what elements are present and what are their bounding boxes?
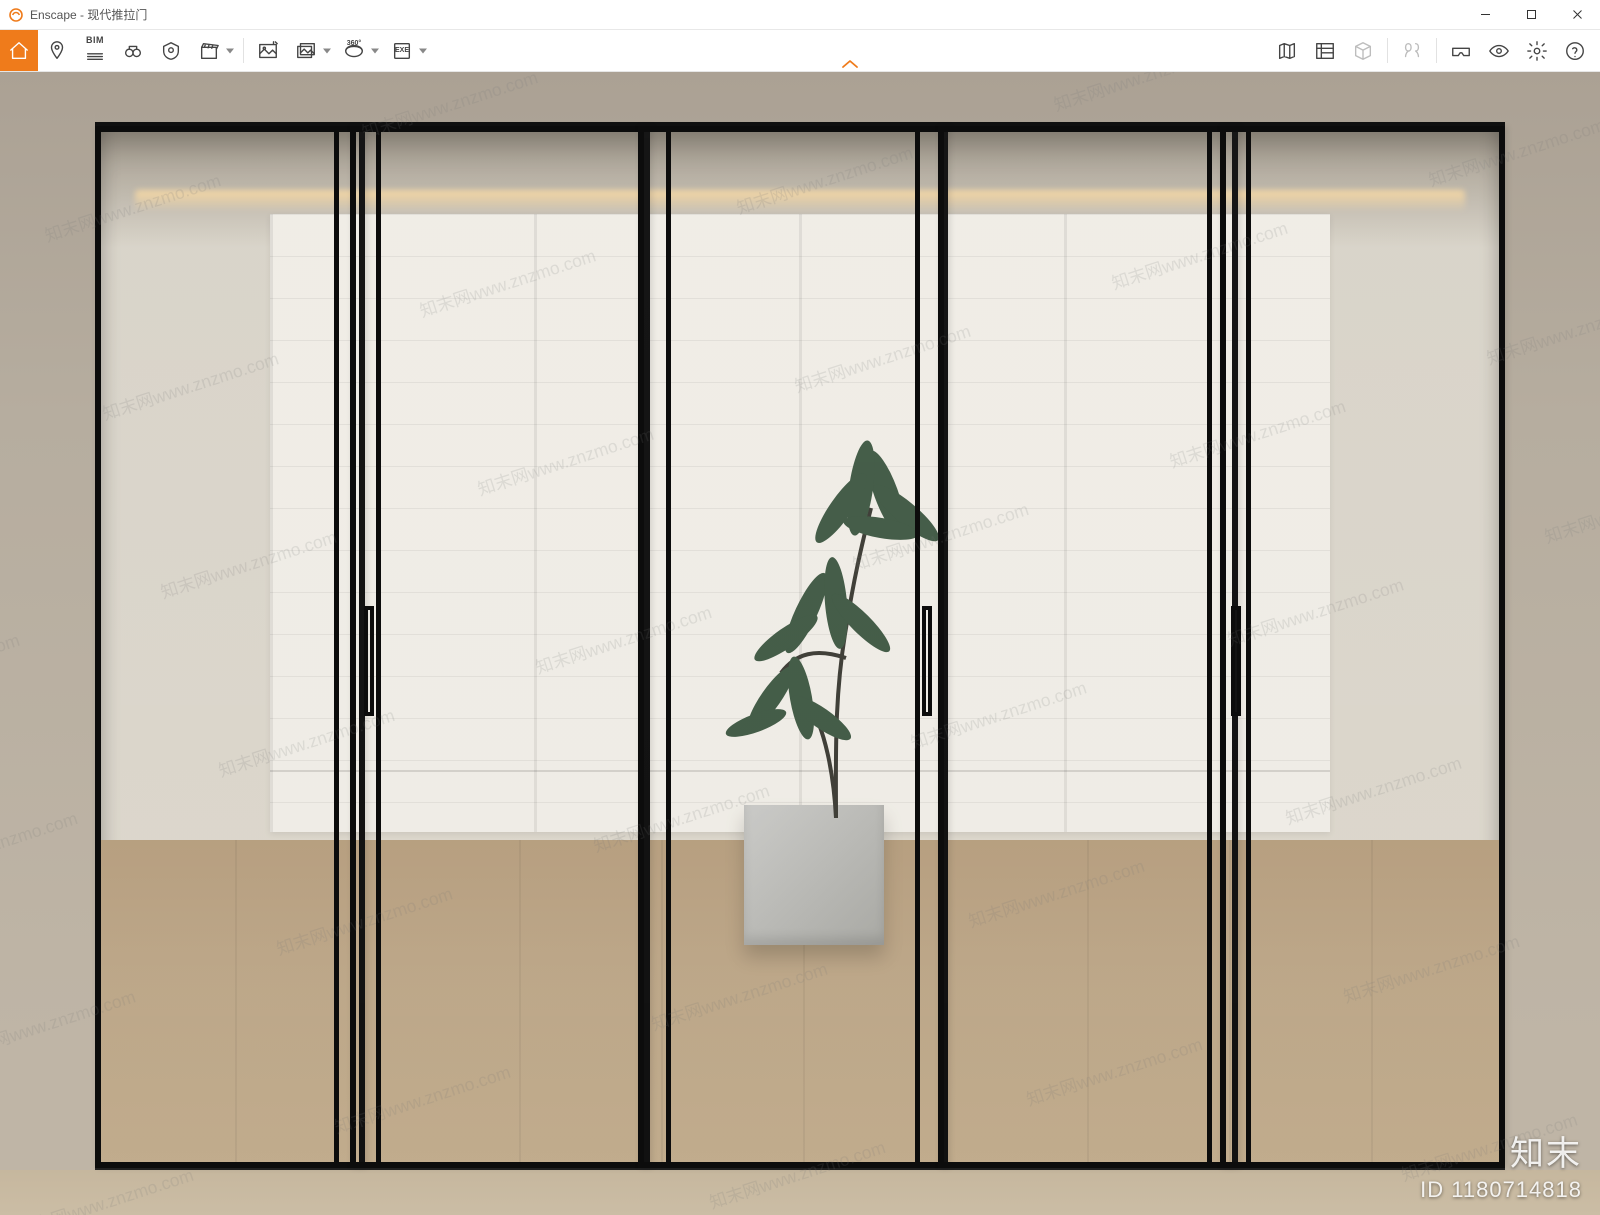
app-title: Enscape - 现代推拉门 — [30, 6, 147, 23]
door-panel-5 — [1220, 126, 1505, 1168]
vr-button[interactable] — [1442, 30, 1480, 71]
batch-render-button[interactable] — [287, 30, 335, 71]
toolbar-separator — [1387, 38, 1388, 63]
title-bar: Enscape - 现代推拉门 — [0, 0, 1600, 30]
chevron-down-icon — [323, 48, 331, 53]
panorama-button[interactable]: 360° — [335, 30, 383, 71]
chevron-up-icon — [841, 59, 859, 69]
site-map-button[interactable] — [1268, 30, 1306, 71]
door-panel-3 — [638, 126, 948, 1168]
expand-panel-toggle[interactable] — [431, 30, 1268, 71]
bim-badge: BIM — [86, 35, 104, 45]
gear-icon — [1526, 40, 1548, 62]
presets-button[interactable] — [114, 30, 152, 71]
app-name: Enscape — [30, 8, 77, 22]
door-panel-4 — [938, 126, 1238, 1168]
vr-headset-icon — [1450, 40, 1472, 62]
asset-library-button[interactable] — [1306, 30, 1344, 71]
binoculars-icon — [122, 40, 144, 62]
home-button[interactable] — [0, 30, 38, 71]
exe-badge: EXE — [395, 47, 409, 54]
pano-badge: 360° — [347, 40, 361, 47]
window-maximize-button[interactable] — [1508, 0, 1554, 30]
collab-icon — [1401, 40, 1423, 62]
toolbar-separator — [1436, 38, 1437, 63]
chevron-down-icon — [226, 48, 234, 53]
document-name: 现代推拉门 — [87, 8, 147, 22]
settings-button[interactable] — [1518, 30, 1556, 71]
bim-button[interactable]: BIM — [76, 30, 114, 71]
door-panel-1 — [95, 126, 365, 1168]
cube-icon — [1352, 40, 1374, 62]
collab-button[interactable] — [1393, 30, 1431, 71]
door-handle — [364, 606, 374, 716]
batch-icon — [295, 40, 317, 62]
render-viewport[interactable]: 知末网www.znzmo.com知末网www.znzmo.com知末网www.z… — [0, 72, 1600, 1215]
help-button[interactable] — [1556, 30, 1594, 71]
clapperboard-icon — [198, 40, 220, 62]
screenshot-icon — [257, 40, 279, 62]
eye-icon — [1488, 40, 1510, 62]
toolbar-right-group — [1268, 30, 1600, 71]
visual-settings-button[interactable] — [1480, 30, 1518, 71]
chevron-down-icon — [371, 48, 379, 53]
toolbar-left-group: BIM 360° EXE — [0, 30, 431, 71]
door-handle — [1231, 606, 1241, 716]
home-icon — [8, 40, 30, 62]
help-icon — [1564, 40, 1586, 62]
toolbar: BIM 360° EXE — [0, 30, 1600, 72]
exe-export-button[interactable]: EXE — [383, 30, 431, 71]
toolbar-separator — [243, 38, 244, 63]
map-icon — [1276, 40, 1298, 62]
safeframe-button[interactable] — [152, 30, 190, 71]
video-button[interactable] — [190, 30, 238, 71]
window-minimize-button[interactable] — [1462, 0, 1508, 30]
safeframe-icon — [160, 40, 182, 62]
enscape-logo-icon — [8, 7, 24, 23]
door-handle — [922, 606, 932, 716]
scene-outer-floor — [0, 1170, 1600, 1215]
manage-views-button[interactable] — [38, 30, 76, 71]
window-close-button[interactable] — [1554, 0, 1600, 30]
scene-room-opening — [95, 122, 1505, 1170]
pin-icon — [46, 40, 68, 62]
screenshot-button[interactable] — [249, 30, 287, 71]
view-3d-button[interactable] — [1344, 30, 1382, 71]
assets-icon — [1314, 40, 1336, 62]
chevron-down-icon — [419, 48, 427, 53]
door-panel-2 — [350, 126, 650, 1168]
